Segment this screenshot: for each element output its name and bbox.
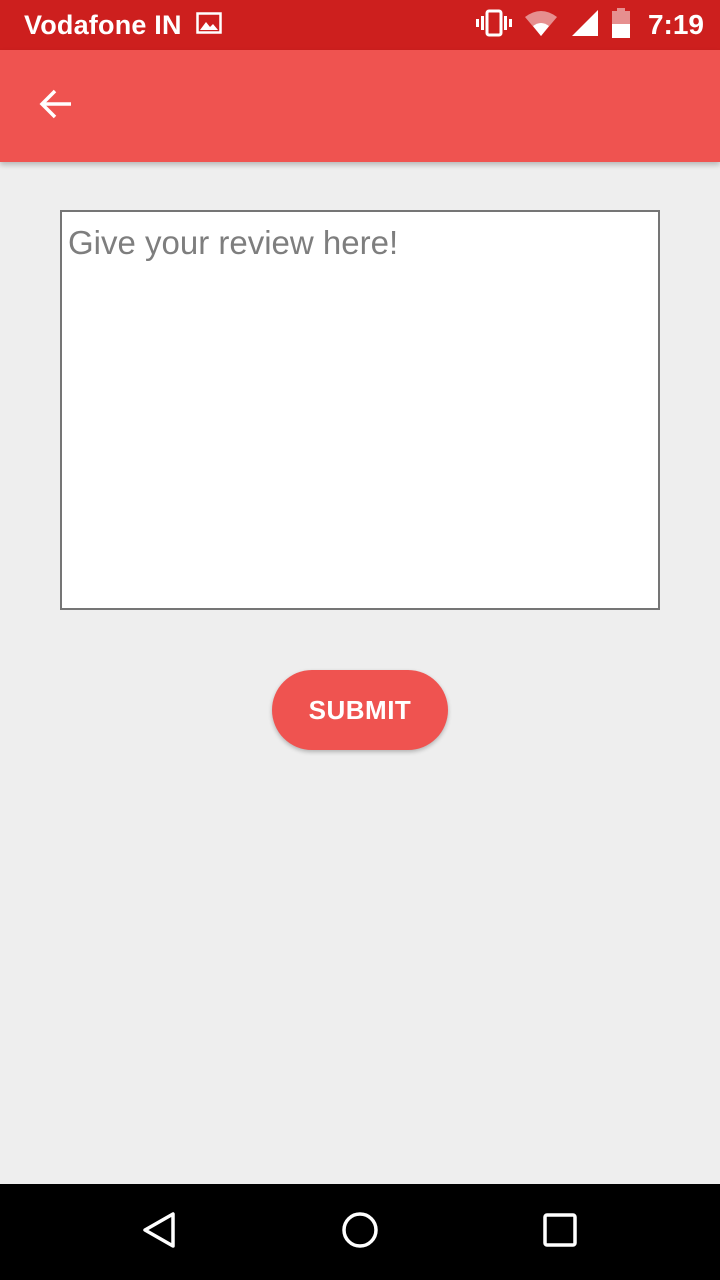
- back-triangle-icon: [140, 1210, 180, 1255]
- home-circle-icon: [340, 1210, 380, 1255]
- review-input-box: [60, 210, 660, 610]
- nav-recents-button[interactable]: [528, 1200, 592, 1264]
- status-bar: Vodafone IN 7:19: [0, 0, 720, 50]
- carrier-name: Vodafone IN: [24, 9, 182, 40]
- recents-square-icon: [540, 1210, 580, 1255]
- vibrate-icon: [475, 9, 512, 42]
- status-left: Vodafone IN: [24, 10, 222, 41]
- submit-button[interactable]: SUBMIT: [272, 670, 448, 750]
- arrow-back-icon: [38, 86, 74, 127]
- gallery-notification-icon: [195, 11, 222, 39]
- app-bar: [0, 50, 720, 162]
- status-right: 7:19: [475, 7, 704, 43]
- wifi-icon: [524, 9, 558, 42]
- battery-icon: [611, 7, 630, 43]
- nav-back-button[interactable]: [128, 1200, 192, 1264]
- nav-home-button[interactable]: [328, 1200, 392, 1264]
- cell-signal-icon: [570, 8, 600, 43]
- clock: 7:19: [647, 9, 704, 40]
- back-button[interactable]: [24, 74, 88, 138]
- navigation-bar: [0, 1184, 720, 1280]
- review-input[interactable]: [62, 212, 658, 608]
